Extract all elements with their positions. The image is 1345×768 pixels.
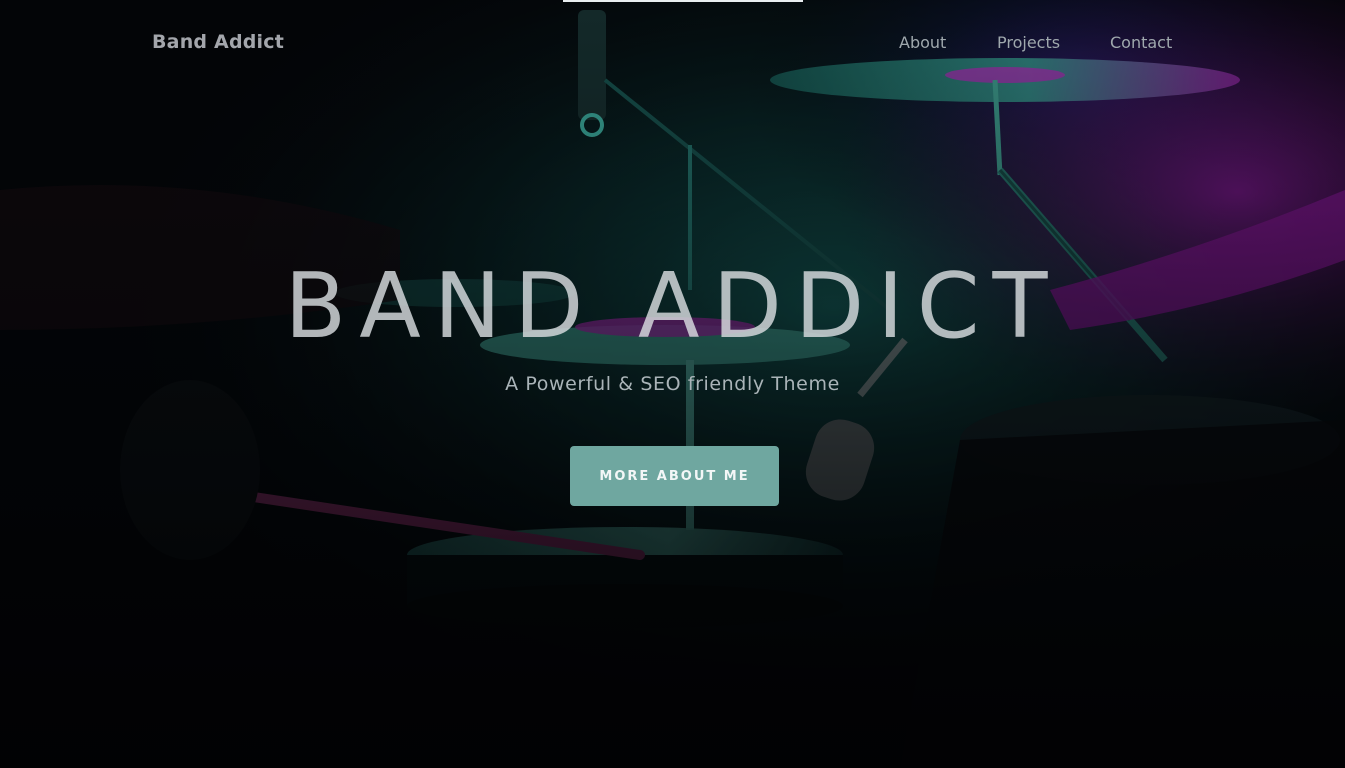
nav-link-projects[interactable]: Projects: [997, 33, 1060, 52]
top-progress-line: [563, 0, 803, 2]
nav-link-about[interactable]: About: [899, 33, 946, 52]
hero-subtitle: A Powerful & SEO friendly Theme: [505, 373, 840, 395]
hero-section: Band Addict About Projects Contact BAND …: [0, 0, 1345, 768]
hero-title: BAND ADDICT: [284, 254, 1061, 359]
site-logo-link[interactable]: Band Addict: [152, 31, 284, 53]
main-navigation: About Projects Contact: [880, 33, 1190, 57]
nav-link-contact[interactable]: Contact: [1110, 33, 1172, 52]
more-about-me-button[interactable]: MORE ABOUT ME: [570, 446, 779, 506]
